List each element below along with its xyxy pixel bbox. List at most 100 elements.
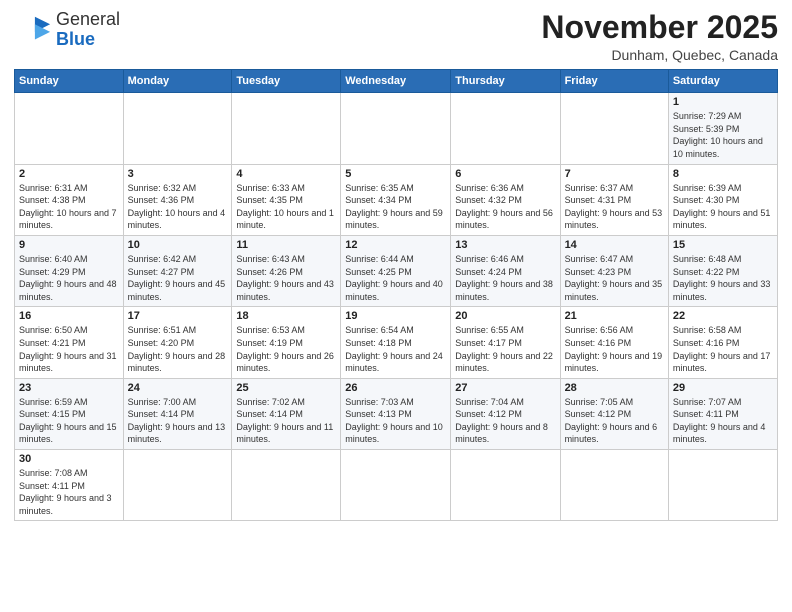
calendar-cell: 23 Sunrise: 6:59 AMSunset: 4:15 PMDayligh… [15,378,124,449]
title-block: November 2025 Dunham, Quebec, Canada [541,10,778,63]
calendar-cell: 27 Sunrise: 7:04 AMSunset: 4:12 PMDayligh… [451,378,560,449]
day-info: Sunrise: 6:42 AMSunset: 4:27 PMDaylight:… [128,253,228,303]
day-number: 24 [128,382,228,394]
calendar-cell [341,93,451,164]
day-info: Sunrise: 6:40 AMSunset: 4:29 PMDaylight:… [19,253,119,303]
day-number: 23 [19,382,119,394]
calendar-cell: 24 Sunrise: 7:00 AMSunset: 4:14 PMDayligh… [123,378,232,449]
calendar-cell: 25Sunrise: 7:02 AMSunset: 4:14 PMDayligh… [232,378,341,449]
day-number: 20 [455,310,555,322]
day-number: 11 [236,239,336,251]
day-number: 6 [455,168,555,180]
logo-text: General Blue [56,10,120,50]
day-number: 7 [565,168,664,180]
day-number: 5 [345,168,446,180]
day-info: Sunrise: 6:47 AMSunset: 4:23 PMDaylight:… [565,253,664,303]
day-number: 27 [455,382,555,394]
calendar-week-row: 1 Sunrise: 7:29 AMSunset: 5:39 PMDaylight… [15,93,778,164]
calendar: SundayMondayTuesdayWednesdayThursdayFrid… [14,69,778,521]
day-info: Sunrise: 7:08 AMSunset: 4:11 PMDaylight:… [19,467,119,517]
day-info: Sunrise: 6:56 AMSunset: 4:16 PMDaylight:… [565,324,664,374]
calendar-cell: 15Sunrise: 6:48 AMSunset: 4:22 PMDayligh… [668,235,777,306]
calendar-cell: 19Sunrise: 6:54 AMSunset: 4:18 PMDayligh… [341,307,451,378]
calendar-cell [15,93,124,164]
calendar-cell: 13Sunrise: 6:46 AMSunset: 4:24 PMDayligh… [451,235,560,306]
day-number: 17 [128,310,228,322]
day-number: 9 [19,239,119,251]
day-number: 8 [673,168,773,180]
day-info: Sunrise: 6:46 AMSunset: 4:24 PMDaylight:… [455,253,555,303]
calendar-cell [451,450,560,521]
day-number: 30 [19,453,119,465]
calendar-cell: 29Sunrise: 7:07 AMSunset: 4:11 PMDayligh… [668,378,777,449]
calendar-cell: 28 Sunrise: 7:05 AMSunset: 4:12 PMDayligh… [560,378,668,449]
calendar-cell: 18Sunrise: 6:53 AMSunset: 4:19 PMDayligh… [232,307,341,378]
day-number: 22 [673,310,773,322]
day-number: 1 [673,96,773,108]
calendar-cell: 2Sunrise: 6:31 AMSunset: 4:38 PMDaylight… [15,164,124,235]
calendar-cell: 17 Sunrise: 6:51 AMSunset: 4:20 PMDayligh… [123,307,232,378]
calendar-cell: 30 Sunrise: 7:08 AMSunset: 4:11 PMDayligh… [15,450,124,521]
day-number: 15 [673,239,773,251]
day-info: Sunrise: 6:39 AMSunset: 4:30 PMDaylight:… [673,182,773,232]
day-info: Sunrise: 7:04 AMSunset: 4:12 PMDaylight:… [455,396,555,446]
day-info: Sunrise: 6:35 AMSunset: 4:34 PMDaylight:… [345,182,446,232]
day-info: Sunrise: 6:33 AMSunset: 4:35 PMDaylight:… [236,182,336,232]
calendar-cell [232,93,341,164]
header: General Blue November 2025 Dunham, Quebe… [14,10,778,63]
day-number: 29 [673,382,773,394]
day-number: 12 [345,239,446,251]
day-number: 14 [565,239,664,251]
day-info: Sunrise: 7:00 AMSunset: 4:14 PMDaylight:… [128,396,228,446]
day-number: 28 [565,382,664,394]
day-info: Sunrise: 7:29 AMSunset: 5:39 PMDaylight:… [673,110,773,160]
calendar-cell: 6 Sunrise: 6:36 AMSunset: 4:32 PMDaylight… [451,164,560,235]
day-info: Sunrise: 6:55 AMSunset: 4:17 PMDaylight:… [455,324,555,374]
day-of-week-header: Monday [123,70,232,93]
day-info: Sunrise: 6:51 AMSunset: 4:20 PMDaylight:… [128,324,228,374]
day-info: Sunrise: 7:05 AMSunset: 4:12 PMDaylight:… [565,396,664,446]
calendar-cell [341,450,451,521]
day-info: Sunrise: 6:43 AMSunset: 4:26 PMDaylight:… [236,253,336,303]
calendar-cell: 7 Sunrise: 6:37 AMSunset: 4:31 PMDaylight… [560,164,668,235]
calendar-cell: 20 Sunrise: 6:55 AMSunset: 4:17 PMDayligh… [451,307,560,378]
calendar-week-row: 30 Sunrise: 7:08 AMSunset: 4:11 PMDayligh… [15,450,778,521]
calendar-cell [232,450,341,521]
day-number: 18 [236,310,336,322]
day-of-week-header: Saturday [668,70,777,93]
day-number: 3 [128,168,228,180]
calendar-cell [668,450,777,521]
day-number: 26 [345,382,446,394]
day-info: Sunrise: 6:31 AMSunset: 4:38 PMDaylight:… [19,182,119,232]
logo: General Blue [14,10,120,50]
day-info: Sunrise: 6:59 AMSunset: 4:15 PMDaylight:… [19,396,119,446]
calendar-cell [123,450,232,521]
day-info: Sunrise: 7:03 AMSunset: 4:13 PMDaylight:… [345,396,446,446]
calendar-week-row: 16Sunrise: 6:50 AMSunset: 4:21 PMDayligh… [15,307,778,378]
day-of-week-header: Tuesday [232,70,341,93]
calendar-week-row: 23 Sunrise: 6:59 AMSunset: 4:15 PMDayligh… [15,378,778,449]
day-number: 10 [128,239,228,251]
calendar-cell [123,93,232,164]
calendar-cell: 4Sunrise: 6:33 AMSunset: 4:35 PMDaylight… [232,164,341,235]
day-info: Sunrise: 6:54 AMSunset: 4:18 PMDaylight:… [345,324,446,374]
calendar-cell: 5 Sunrise: 6:35 AMSunset: 4:34 PMDaylight… [341,164,451,235]
month-title: November 2025 [541,10,778,45]
day-info: Sunrise: 6:58 AMSunset: 4:16 PMDaylight:… [673,324,773,374]
calendar-cell: 16Sunrise: 6:50 AMSunset: 4:21 PMDayligh… [15,307,124,378]
day-info: Sunrise: 6:37 AMSunset: 4:31 PMDaylight:… [565,182,664,232]
day-info: Sunrise: 6:44 AMSunset: 4:25 PMDaylight:… [345,253,446,303]
calendar-cell: 21Sunrise: 6:56 AMSunset: 4:16 PMDayligh… [560,307,668,378]
day-info: Sunrise: 6:36 AMSunset: 4:32 PMDaylight:… [455,182,555,232]
calendar-cell: 11 Sunrise: 6:43 AMSunset: 4:26 PMDayligh… [232,235,341,306]
calendar-cell: 8 Sunrise: 6:39 AMSunset: 4:30 PMDaylight… [668,164,777,235]
calendar-cell [451,93,560,164]
logo-icon [14,11,52,49]
calendar-cell: 14 Sunrise: 6:47 AMSunset: 4:23 PMDayligh… [560,235,668,306]
page: General Blue November 2025 Dunham, Quebe… [0,0,792,612]
day-of-week-header: Sunday [15,70,124,93]
calendar-cell: 22 Sunrise: 6:58 AMSunset: 4:16 PMDayligh… [668,307,777,378]
calendar-cell: 9 Sunrise: 6:40 AMSunset: 4:29 PMDaylight… [15,235,124,306]
day-number: 25 [236,382,336,394]
day-of-week-header: Thursday [451,70,560,93]
